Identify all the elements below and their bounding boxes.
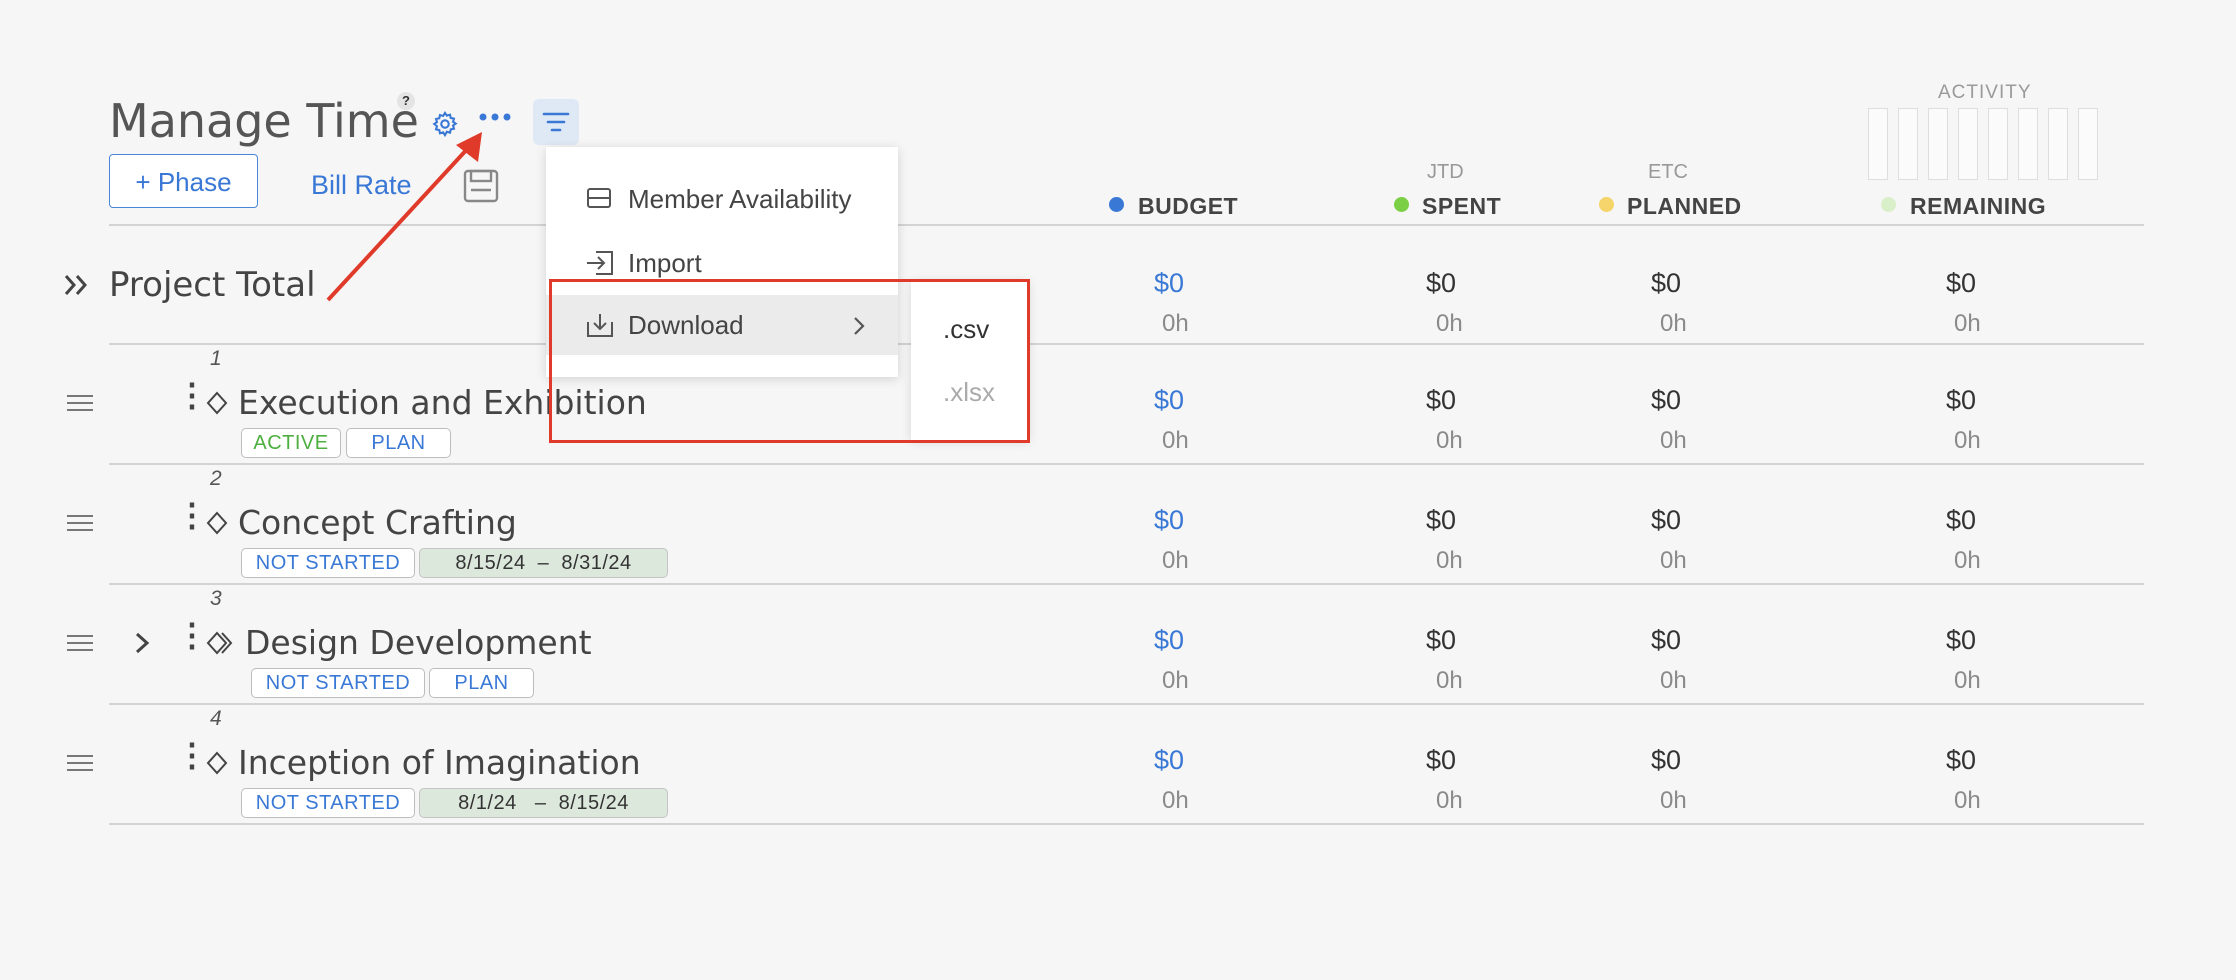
menu-item-label: Member Availability — [628, 184, 852, 214]
calendar-icon — [586, 186, 612, 217]
menu-item-label: Import — [628, 248, 702, 278]
highlight-box — [549, 279, 1030, 443]
menu-item-member-availability[interactable]: Member Availability — [546, 169, 898, 229]
annotation-arrow — [326, 132, 482, 302]
